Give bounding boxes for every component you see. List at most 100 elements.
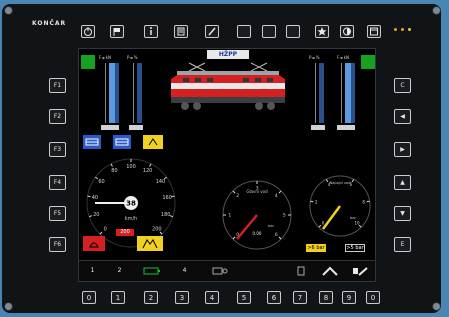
- tab-9[interactable]: [345, 261, 375, 281]
- pantograph-button[interactable]: [83, 135, 101, 149]
- sander-button[interactable]: [143, 135, 163, 149]
- gauge-tick-label: 160: [162, 195, 172, 201]
- gauge-tick-label: 5: [283, 213, 286, 219]
- tab-7[interactable]: [286, 261, 316, 281]
- hzpp-logo: HŽPP: [207, 50, 249, 59]
- left-key[interactable]: ◀: [394, 109, 411, 124]
- contrast-icon: [343, 27, 351, 36]
- arrow-down-icon: ▼: [400, 210, 405, 217]
- battery-icon: [143, 267, 160, 274]
- star-icon: [317, 27, 327, 36]
- gauge-tick-label: 2: [315, 200, 318, 205]
- info-icon: [150, 27, 152, 35]
- gauge-tick-label: 140: [156, 179, 166, 185]
- gauge-tick: [87, 195, 91, 198]
- contrast-key[interactable]: [340, 25, 354, 38]
- speed-unit: km/h: [125, 216, 138, 222]
- digit-key[interactable]: 7: [293, 291, 307, 304]
- f5-key[interactable]: F5: [49, 206, 66, 221]
- sander-icon: [148, 138, 158, 146]
- f4-key[interactable]: F4: [49, 175, 66, 190]
- gauge-tick-label: 100: [126, 164, 136, 170]
- tab-6[interactable]: [242, 261, 287, 281]
- down-key[interactable]: ▼: [394, 206, 411, 221]
- pantograph-icon: [85, 138, 99, 146]
- power-readout-right: [311, 125, 325, 130]
- arrow-left-icon: ◀: [400, 113, 405, 120]
- f1-key[interactable]: F1: [49, 78, 66, 93]
- flag-key[interactable]: [110, 25, 124, 38]
- f6-key[interactable]: F6: [49, 237, 66, 252]
- screw: [432, 6, 441, 15]
- document-icon: [297, 266, 304, 275]
- force-bar-track: [115, 63, 119, 123]
- f2-key[interactable]: F2: [49, 109, 66, 124]
- tab-2[interactable]: 2: [106, 261, 134, 281]
- digit-key[interactable]: 0: [366, 291, 380, 304]
- blank-key[interactable]: [237, 25, 251, 38]
- power-bar-right: [319, 63, 324, 123]
- door-button[interactable]: [137, 236, 163, 251]
- power-icon: [84, 27, 92, 36]
- status-led: [401, 28, 404, 31]
- clear-icon: C: [400, 82, 405, 89]
- wrench-key[interactable]: [205, 25, 219, 38]
- tab-4[interactable]: 4: [171, 261, 199, 281]
- digit-key[interactable]: 2: [144, 291, 158, 304]
- gauge-tick-label: 4: [275, 193, 278, 199]
- digit-key[interactable]: 5: [237, 291, 251, 304]
- force-bar-track: [351, 63, 355, 123]
- up-key[interactable]: ▲: [394, 175, 411, 190]
- main-screen: F◄ kN P◄ % HŽPP P◄ % F◄ kN 0 20 40 60 80…: [78, 48, 376, 282]
- tab-5[interactable]: [198, 261, 243, 281]
- gauge-tick: [163, 176, 167, 180]
- enter-icon: E: [400, 241, 405, 248]
- digit-key[interactable]: 9: [342, 291, 356, 304]
- gauge-tick: [89, 215, 93, 218]
- gauge-tick: [232, 190, 236, 194]
- list-icon: [177, 27, 185, 36]
- gauge-title: Glavni vod: [246, 189, 268, 194]
- window-key[interactable]: [367, 25, 381, 38]
- gauge-tick: [325, 179, 329, 183]
- alarm-button[interactable]: [83, 236, 105, 251]
- tab-3[interactable]: [133, 261, 172, 281]
- f3-key[interactable]: F3: [49, 142, 66, 157]
- digit-key[interactable]: 0: [82, 291, 96, 304]
- blank-key[interactable]: [262, 25, 276, 38]
- digit-key[interactable]: 6: [267, 291, 281, 304]
- list-key[interactable]: [174, 25, 188, 38]
- target-speed: 200: [116, 229, 134, 236]
- digit-key[interactable]: 1: [111, 291, 125, 304]
- main-reservoir-needle: [321, 205, 342, 230]
- wrench-icon: [208, 27, 216, 36]
- info-key[interactable]: [144, 25, 158, 38]
- digit-key[interactable]: 4: [205, 291, 219, 304]
- arrow-right-icon: ▶: [400, 146, 405, 153]
- gauge-tick: [278, 236, 282, 240]
- gauge-tick: [171, 195, 175, 198]
- digit-key[interactable]: 3: [175, 291, 189, 304]
- gauge-tick: [149, 163, 152, 167]
- force-label: F◄ kN: [99, 55, 111, 60]
- digit-key[interactable]: 8: [319, 291, 333, 304]
- gauge-unit: bar: [268, 224, 274, 228]
- star-key[interactable]: [315, 25, 329, 38]
- enter-key[interactable]: E: [394, 237, 411, 252]
- tab-8[interactable]: [315, 261, 346, 281]
- scale-axis: [105, 63, 106, 123]
- main-reservoir-gauge: 024 6810 Napojni vod bar: [309, 175, 371, 237]
- gauge-tick-label: 10: [354, 220, 360, 225]
- tools-icon: [353, 266, 368, 276]
- pressure-label-white: >5 bar: [345, 244, 365, 252]
- pantograph-button[interactable]: [113, 135, 131, 149]
- status-indicator-green: [361, 55, 375, 69]
- force-readout-right: [337, 125, 355, 130]
- clear-key[interactable]: C: [394, 78, 411, 93]
- gauge-tick: [358, 224, 362, 228]
- tab-1[interactable]: 1: [79, 261, 107, 281]
- right-key[interactable]: ▶: [394, 142, 411, 157]
- screw: [4, 6, 13, 15]
- power-key[interactable]: [81, 25, 95, 38]
- blank-key[interactable]: [286, 25, 300, 38]
